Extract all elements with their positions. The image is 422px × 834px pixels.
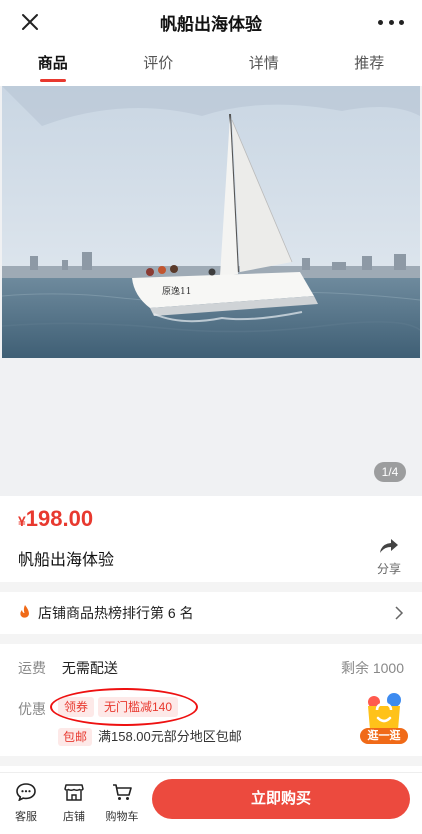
currency-symbol: ¥: [18, 513, 26, 529]
image-index-indicator: 1/4: [374, 462, 406, 482]
chevron-right-icon: [395, 606, 404, 620]
close-icon[interactable]: [18, 10, 42, 34]
free-shipping-text: 满158.00元部分地区包邮: [98, 729, 242, 744]
top-bar: 帆船出海体验: [0, 0, 422, 44]
tab-bar: 商品 评价 详情 推荐: [0, 44, 422, 86]
shipping-value: 无需配送: [61, 660, 118, 676]
stock-remaining: 剩余 1000: [340, 660, 404, 676]
tab-product[interactable]: 商品: [0, 44, 106, 86]
product-page: 帆船出海体验 商品 评价 详情 推荐 原逸11 1/4 ¥198.00 帆船出海…: [0, 0, 422, 834]
svg-text:原逸11: 原逸11: [162, 286, 191, 297]
customer-service-button[interactable]: 客服: [6, 783, 46, 824]
stroll-label: 逛一逛: [360, 728, 408, 744]
page-title: 帆船出海体验: [160, 14, 262, 34]
share-icon: [380, 539, 398, 553]
stroll-button[interactable]: 逛一逛: [360, 692, 408, 744]
tab-reviews[interactable]: 评价: [106, 44, 212, 86]
image-gallery[interactable]: 原逸11 1/4: [0, 86, 422, 496]
store-button[interactable]: 店铺: [54, 783, 94, 824]
product-photo[interactable]: 原逸11: [2, 86, 420, 358]
product-price: ¥198.00: [18, 506, 93, 532]
shopping-bag-icon: [368, 693, 401, 730]
cart-button[interactable]: 购物车: [102, 783, 142, 824]
more-icon[interactable]: [378, 10, 404, 34]
shipping-row: 运费 无需配送: [18, 658, 118, 678]
shipping-promo-card: 运费 无需配送 剩余 1000 优惠 领券 无门槛减140 包邮 满158.00…: [0, 644, 422, 756]
store-label: 店铺: [63, 811, 85, 823]
shipping-label: 运费: [18, 660, 46, 676]
store-icon: [64, 784, 84, 801]
tab-details[interactable]: 详情: [211, 44, 317, 86]
chat-icon: [16, 783, 36, 802]
share-button[interactable]: 分享: [374, 538, 404, 577]
share-label: 分享: [376, 562, 401, 576]
price-card: ¥198.00 帆船出海体验 分享: [0, 496, 422, 582]
tab-recommend[interactable]: 推荐: [317, 44, 422, 86]
highlight-ellipse: [50, 688, 198, 726]
ranking-text: 店铺商品热榜排行第 6 名: [38, 605, 194, 621]
free-shipping-tag: 包邮: [58, 728, 93, 746]
fire-icon: [20, 605, 29, 618]
buy-now-button[interactable]: 立即购买: [152, 779, 410, 819]
cart-icon: [113, 784, 132, 800]
cart-label: 购物车: [105, 811, 139, 823]
customer-service-label: 客服: [15, 811, 37, 823]
store-ranking-row[interactable]: 店铺商品热榜排行第 6 名: [0, 592, 422, 634]
product-title: 帆船出海体验: [18, 552, 115, 569]
bottom-action-bar: 客服 店铺 购物车 立即购买: [0, 772, 422, 834]
price-value: 198.00: [25, 506, 94, 531]
